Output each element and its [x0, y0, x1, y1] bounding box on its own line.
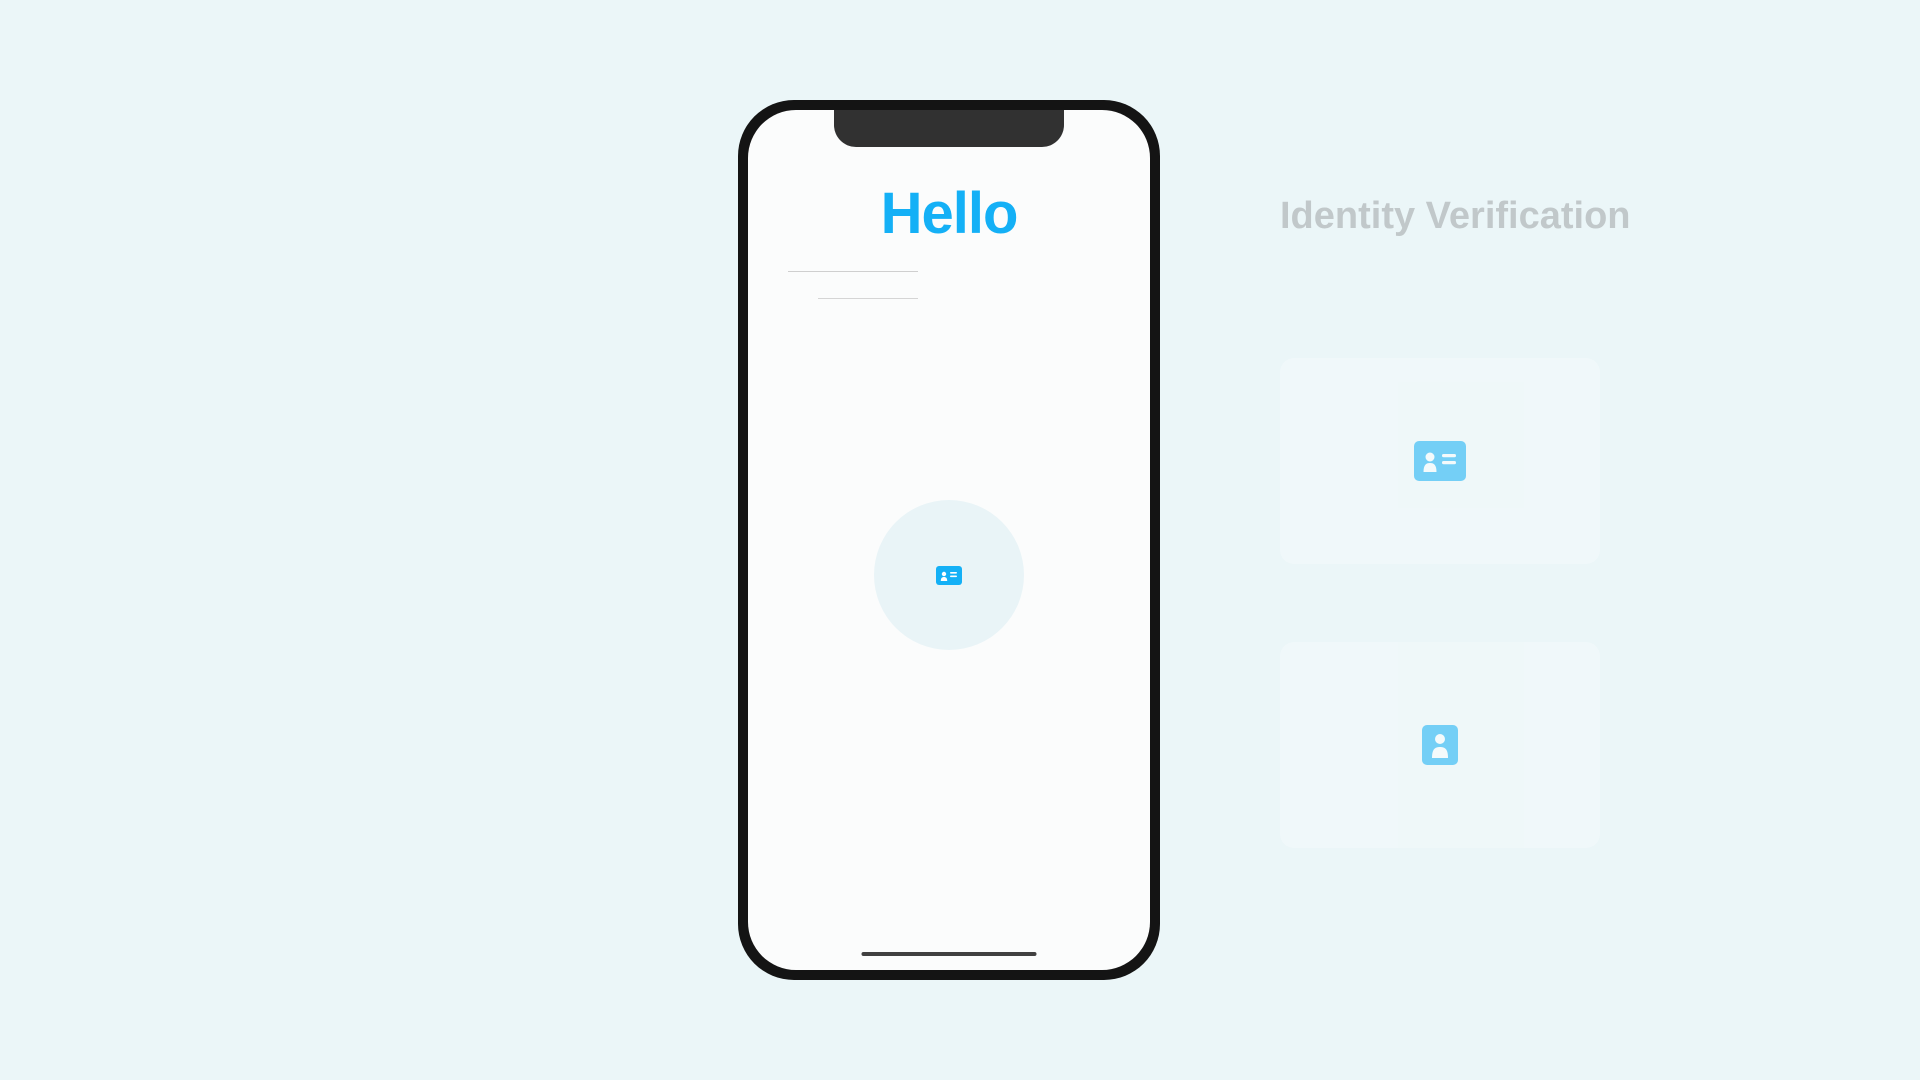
verification-circle[interactable] [874, 500, 1024, 650]
person-icon [1422, 725, 1458, 765]
placeholder-line [788, 271, 918, 272]
id-card-icon [1414, 441, 1466, 481]
phone-greeting-title: Hello [784, 180, 1114, 247]
phone-frame: Hello [738, 100, 1160, 980]
placeholder-line [818, 298, 918, 299]
side-panel: Identity Verification [1280, 195, 1631, 848]
id-card-verification-card[interactable] [1280, 358, 1600, 564]
selfie-verification-card[interactable] [1280, 642, 1600, 848]
verification-cards [1280, 358, 1631, 848]
phone-content: Hello [748, 110, 1150, 970]
phone-screen: Hello [748, 110, 1150, 970]
side-title: Identity Verification [1280, 195, 1631, 238]
placeholder-lines [788, 271, 1114, 299]
phone-notch [834, 110, 1064, 147]
home-indicator [862, 952, 1037, 956]
id-card-icon [936, 566, 962, 585]
